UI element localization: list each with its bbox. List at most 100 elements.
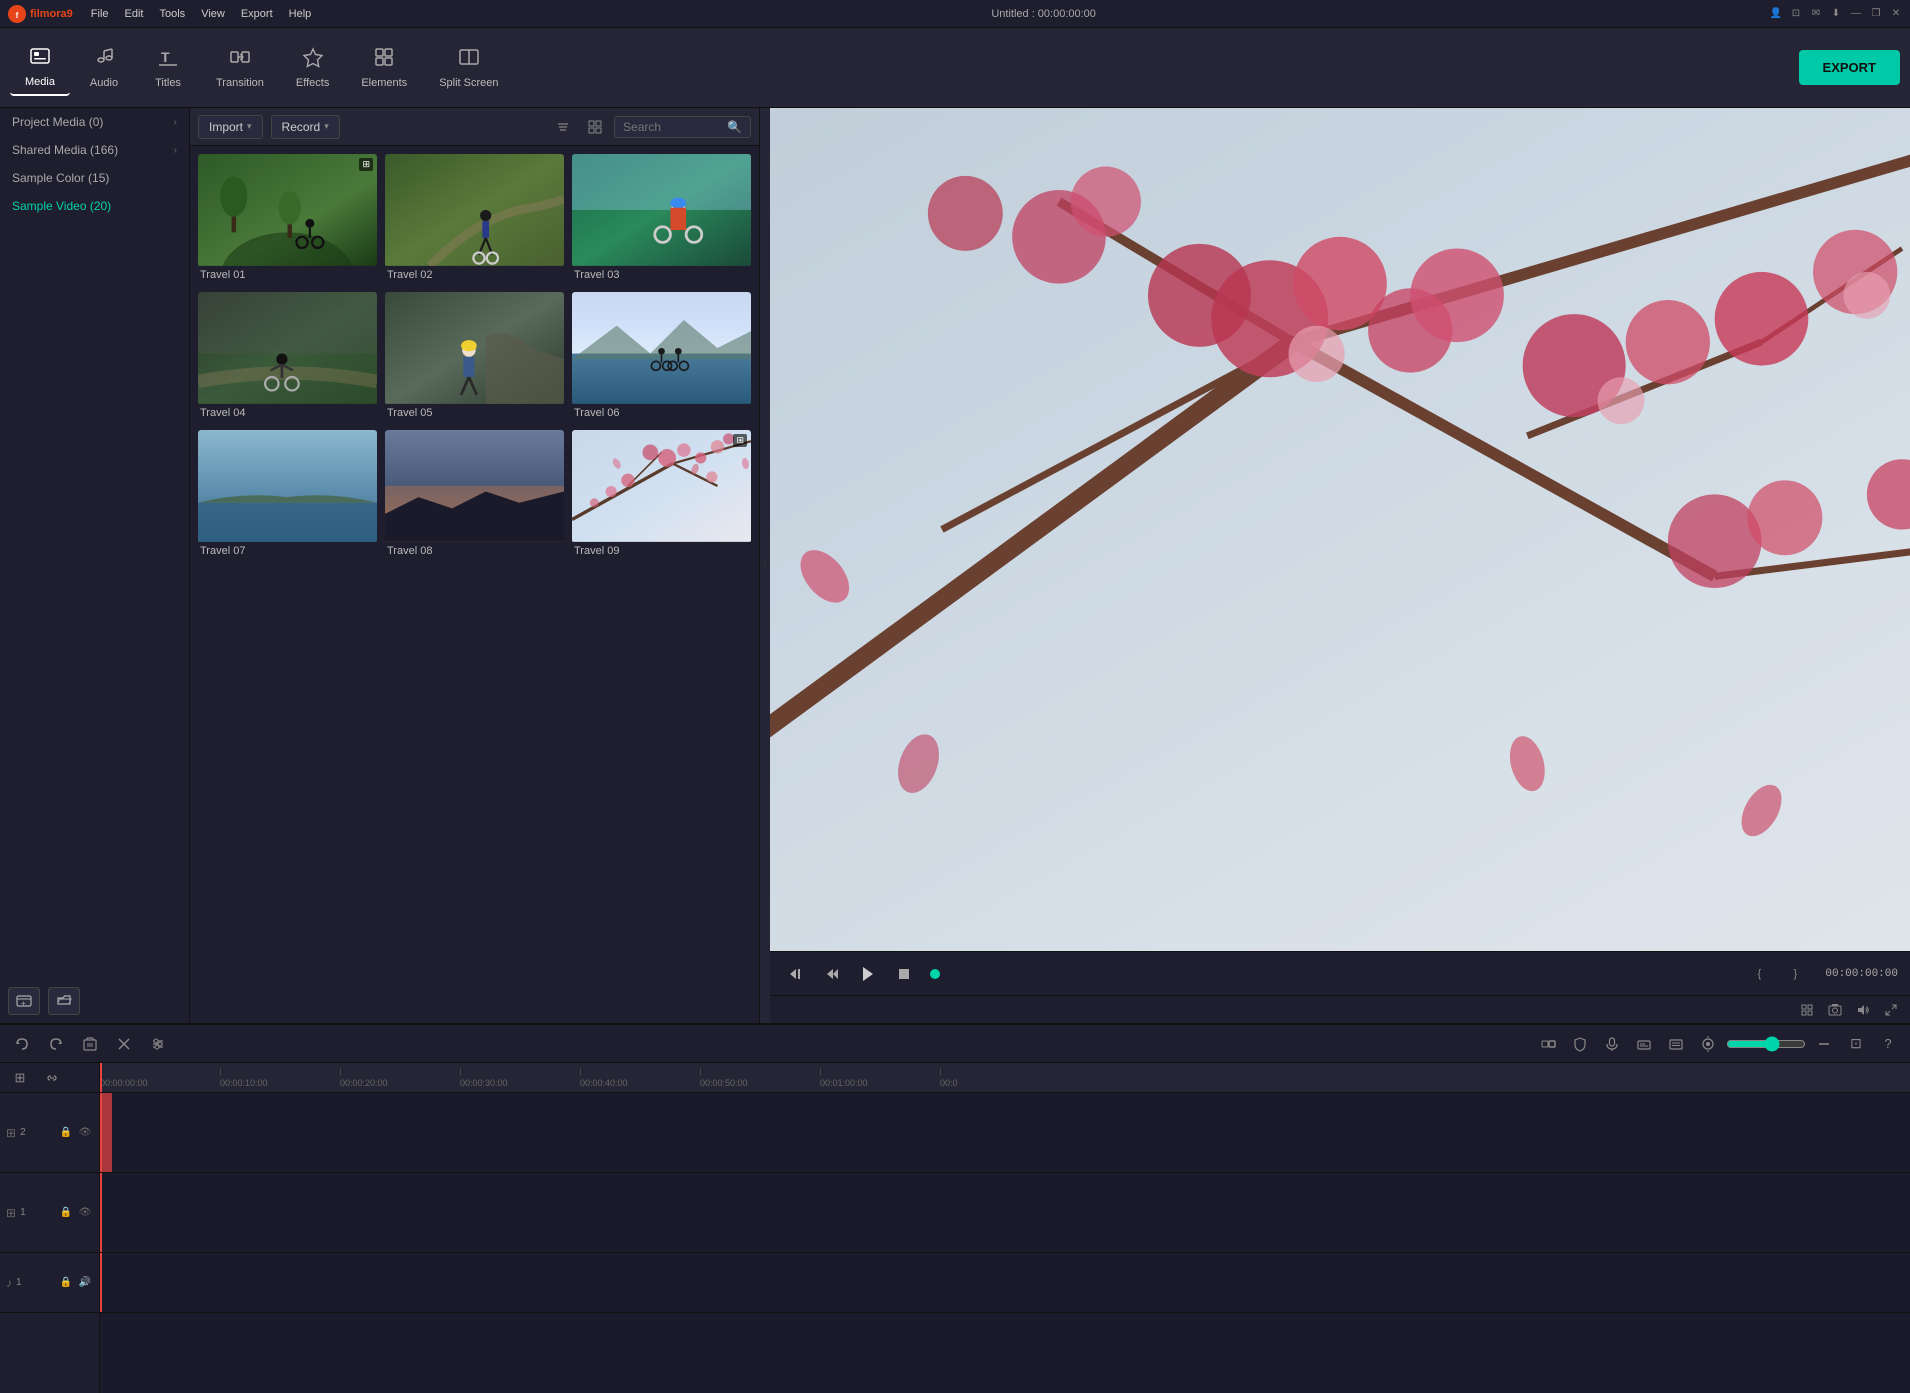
ruler-mark-30: 00:00:30:00 [460, 1078, 580, 1088]
volume-icon[interactable] [1852, 999, 1874, 1021]
mail-icon[interactable]: ✉ [1810, 8, 1822, 20]
media-item-travel06[interactable]: Travel 06 [572, 292, 751, 422]
snapshot-icon[interactable] [1694, 1030, 1722, 1058]
media-item-travel01[interactable]: ⊞ Travel 01 [198, 154, 377, 284]
restore-button[interactable]: ❐ [1870, 8, 1882, 20]
filter-icon[interactable] [550, 114, 576, 140]
share-icon[interactable]: ⊡ [1790, 8, 1802, 20]
media-item-travel05[interactable]: Travel 05 [385, 292, 564, 422]
caption-icon[interactable] [1630, 1030, 1658, 1058]
mark-out-button[interactable]: } [1781, 960, 1809, 988]
mic-icon[interactable] [1598, 1030, 1626, 1058]
menu-help[interactable]: Help [283, 6, 318, 22]
track2-icon: ⊞ [6, 1126, 16, 1140]
download-icon[interactable]: ⬇ [1830, 8, 1842, 20]
toolbar-elements[interactable]: Elements [347, 40, 421, 95]
media-item-label-travel09: Travel 09 [572, 542, 751, 560]
profile-icon[interactable]: 👤 [1770, 8, 1782, 20]
media-item-travel02[interactable]: Travel 02 [385, 154, 564, 284]
step-back-button[interactable] [818, 960, 846, 988]
media-item-travel08[interactable]: Travel 08 [385, 430, 564, 560]
expand-icon[interactable] [1880, 999, 1902, 1021]
import-dropdown[interactable]: Import ▾ [198, 115, 263, 139]
minimize-button[interactable]: — [1850, 8, 1862, 20]
export-button[interactable]: EXPORT [1799, 50, 1900, 85]
sidebar-item-sample-color[interactable]: Sample Color (15) [0, 164, 189, 192]
menu-file[interactable]: File [85, 6, 115, 22]
undo-button[interactable] [8, 1030, 36, 1058]
toolbar-media[interactable]: Media [10, 39, 70, 96]
timeline-content: ⊞ ⊞ 2 🔒 👁 [0, 1063, 1910, 1393]
media-item-travel04[interactable]: Travel 04 [198, 292, 377, 422]
timeline-ruler-area: 00:00:00:00 00:00:10:00 00:00:20:00 00:0… [100, 1063, 1910, 1393]
menu-view[interactable]: View [195, 6, 231, 22]
track1-visible[interactable]: 👁 [77, 1205, 93, 1221]
toolbar-titles[interactable]: T Titles [138, 40, 198, 95]
mark-in-button[interactable]: { [1745, 960, 1773, 988]
track2-visible[interactable]: 👁 [77, 1125, 93, 1141]
cut-button[interactable] [110, 1030, 138, 1058]
redo-button[interactable] [42, 1030, 70, 1058]
playhead-audio1 [100, 1253, 102, 1312]
effects-label: Effects [296, 77, 329, 89]
sidebar-item-shared-media[interactable]: Shared Media (166) › [0, 136, 189, 164]
sidebar-item-sample-video[interactable]: Sample Video (20) [0, 192, 189, 220]
splitscreen-label: Split Screen [439, 77, 498, 89]
ruler-mark-0: 00:00:00:00 [100, 1078, 220, 1088]
menu-tools[interactable]: Tools [154, 6, 192, 22]
screenshot-icon[interactable] [1824, 999, 1846, 1021]
delete-button[interactable] [76, 1030, 104, 1058]
import-chevron-icon: ▾ [247, 121, 252, 132]
track-row-1[interactable] [100, 1173, 1910, 1253]
link-icon[interactable] [38, 1064, 66, 1092]
media-item-label-travel03: Travel 03 [572, 266, 751, 284]
open-folder-button[interactable] [48, 987, 80, 1015]
track2-lock[interactable]: 🔒 [58, 1125, 74, 1141]
timeline-ruler[interactable]: 00:00:00:00 00:00:10:00 00:00:20:00 00:0… [100, 1063, 1910, 1093]
grid-view-icon[interactable] [582, 114, 608, 140]
play-button[interactable] [854, 960, 882, 988]
titles-icon: T [157, 46, 179, 73]
track1-num: 1 [20, 1207, 26, 1218]
stop-button[interactable] [890, 960, 918, 988]
media-toolbar: Import ▾ Record ▾ [190, 108, 759, 146]
media-thumb-travel05 [385, 292, 564, 404]
fullscreen-icon[interactable] [1796, 999, 1818, 1021]
elements-icon [373, 46, 395, 73]
toolbar-effects[interactable]: Effects [282, 40, 343, 95]
search-input[interactable] [623, 120, 723, 134]
close-button[interactable]: ✕ [1890, 8, 1902, 20]
toolbar-audio[interactable]: Audio [74, 40, 134, 95]
media-item-label-travel07: Travel 07 [198, 542, 377, 560]
media-item-travel07[interactable]: Travel 07 [198, 430, 377, 560]
sidebar-item-project-media[interactable]: Project Media (0) › [0, 108, 189, 136]
add-track-icon[interactable]: ⊞ [6, 1064, 34, 1092]
resize-handle[interactable]: ⋮ [760, 108, 770, 1023]
zoom-out-icon[interactable] [1810, 1030, 1838, 1058]
fit-to-window-icon[interactable]: ⊡ [1842, 1030, 1870, 1058]
zoom-slider[interactable] [1726, 1036, 1806, 1052]
media-item-travel03[interactable]: Travel 03 [572, 154, 751, 284]
toolbar-transition[interactable]: Transition [202, 40, 278, 95]
shield-icon[interactable] [1566, 1030, 1594, 1058]
media-thumb-travel07 [198, 430, 377, 542]
record-dropdown[interactable]: Record ▾ [271, 115, 340, 139]
adjust-button[interactable] [144, 1030, 172, 1058]
audio1-lock[interactable]: 🔒 [58, 1275, 74, 1291]
add-folder-button[interactable]: + [8, 987, 40, 1015]
media-item-travel09[interactable]: ⊞ Travel 09 [572, 430, 751, 560]
menu-edit[interactable]: Edit [119, 6, 150, 22]
subtitle-icon[interactable] [1662, 1030, 1690, 1058]
motion-icon[interactable] [1534, 1030, 1562, 1058]
ruler-mark-40: 00:00:40:00 [580, 1078, 700, 1088]
menu-export[interactable]: Export [235, 6, 279, 22]
splitscreen-icon [458, 46, 480, 73]
toolbar-splitscreen[interactable]: Split Screen [425, 40, 512, 95]
help-icon[interactable]: ? [1874, 1030, 1902, 1058]
track1-lock[interactable]: 🔒 [58, 1205, 74, 1221]
track-row-2[interactable] [100, 1093, 1910, 1173]
skip-back-button[interactable] [782, 960, 810, 988]
audio1-num: 1 [16, 1277, 22, 1288]
audio1-mute[interactable]: 🔊 [77, 1275, 93, 1291]
track-row-audio1[interactable] [100, 1253, 1910, 1313]
